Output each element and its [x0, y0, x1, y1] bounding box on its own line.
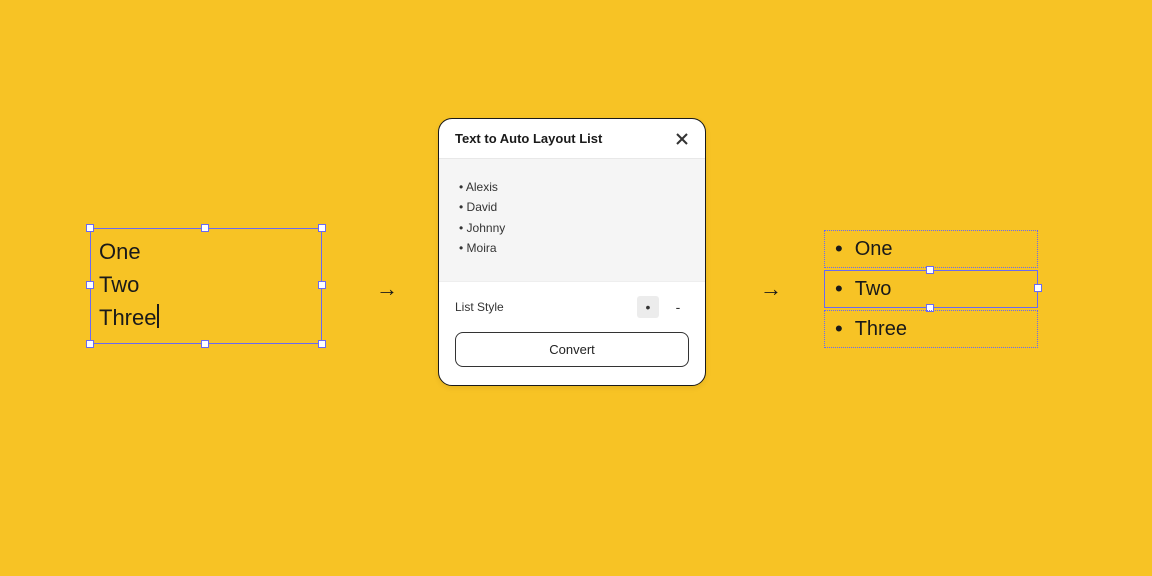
list-item-label: Three — [855, 318, 907, 341]
resize-handle[interactable] — [86, 281, 94, 289]
dialog-header: Text to Auto Layout List — [439, 119, 705, 159]
bullet-icon: • — [835, 318, 843, 340]
resize-handle[interactable] — [318, 224, 326, 232]
preview-item: David — [459, 197, 685, 217]
preview-item: Moira — [459, 238, 685, 258]
dialog-title: Text to Auto Layout List — [455, 131, 602, 146]
bullet-icon: • — [835, 238, 843, 260]
resize-handle[interactable] — [318, 281, 326, 289]
resize-handle[interactable] — [1034, 284, 1042, 292]
arrow-right-icon: → — [376, 276, 398, 302]
convert-button[interactable]: Convert — [455, 332, 689, 367]
output-auto-layout-list: • One • Two • Three — [824, 230, 1038, 350]
resize-handle[interactable] — [86, 224, 94, 232]
list-style-label: List Style — [455, 300, 504, 314]
text-line: Two — [99, 268, 313, 301]
list-item-selected[interactable]: • Two — [824, 270, 1038, 308]
text-line: One — [99, 235, 313, 268]
list-style-row: List Style • - — [455, 296, 689, 318]
resize-handle[interactable] — [86, 340, 94, 348]
plugin-dialog: Text to Auto Layout List Alexis David Jo… — [438, 118, 706, 386]
preview-item: Alexis — [459, 177, 685, 197]
list-style-bullet-option[interactable]: • — [637, 296, 659, 318]
text-line: Three — [99, 301, 313, 334]
list-style-options: • - — [637, 296, 689, 318]
arrow-right-icon: → — [760, 276, 782, 302]
resize-handle[interactable] — [201, 340, 209, 348]
dialog-controls: List Style • - Convert — [439, 281, 705, 385]
list-item[interactable]: • One — [824, 230, 1038, 268]
close-icon[interactable] — [675, 132, 689, 146]
list-style-dash-option[interactable]: - — [667, 296, 689, 318]
dialog-preview: Alexis David Johnny Moira — [439, 159, 705, 281]
resize-handle[interactable] — [926, 266, 934, 274]
text-cursor — [157, 304, 159, 328]
preview-item: Johnny — [459, 218, 685, 238]
list-item-label: Two — [855, 278, 892, 301]
list-item[interactable]: • Three — [824, 310, 1038, 348]
list-item-label: One — [855, 238, 893, 261]
resize-handle[interactable] — [318, 340, 326, 348]
resize-handle[interactable] — [201, 224, 209, 232]
text-input-frame[interactable]: One Two Three — [90, 228, 322, 344]
bullet-icon: • — [835, 278, 843, 300]
